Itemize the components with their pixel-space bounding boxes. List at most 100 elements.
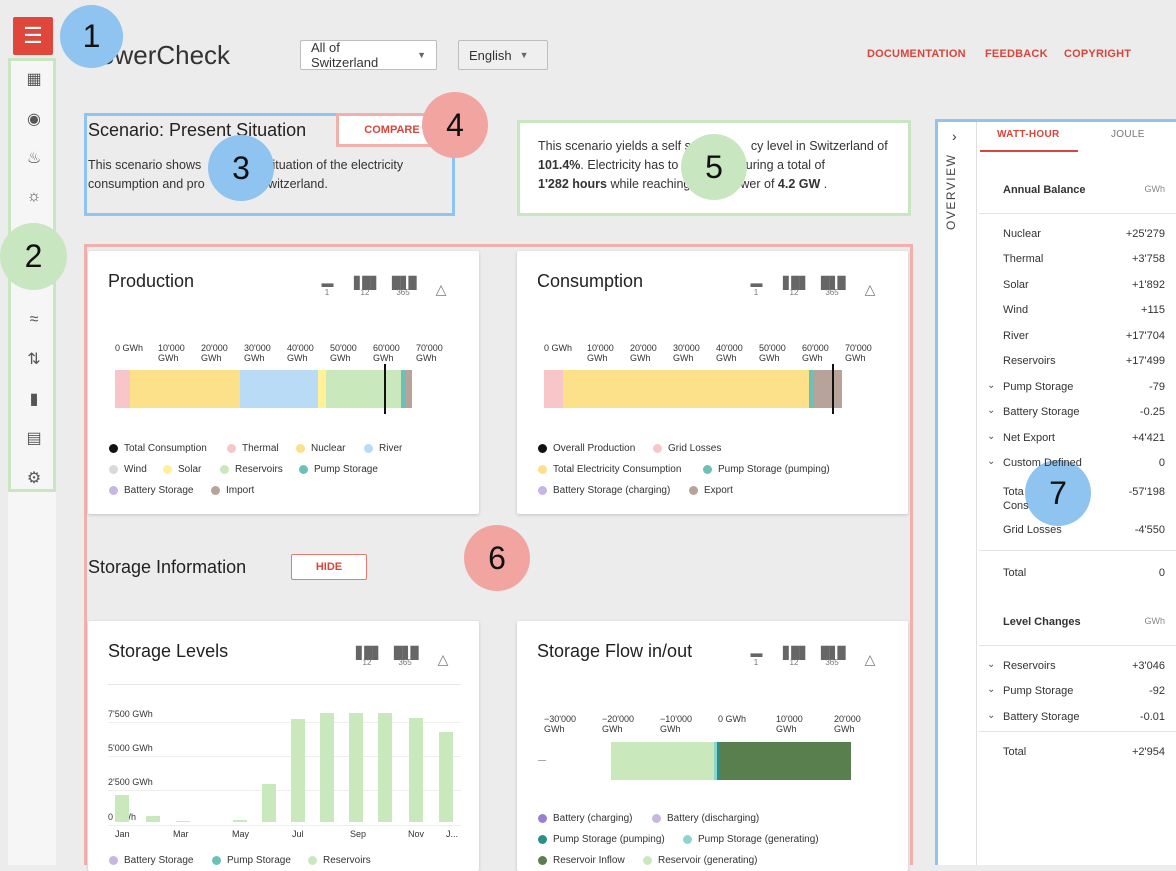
overview-row[interactable]: ⌄ Custom Defined 0: [979, 451, 1176, 476]
legend-item[interactable]: Battery Storage: [109, 485, 193, 496]
yearly-view-icon[interactable]: ▉▋▉ 365: [821, 277, 847, 301]
yearly-view-icon[interactable]: ▉▋▉ 365: [394, 647, 420, 671]
active-tab-indicator: [980, 150, 1078, 152]
overview-collapse-strip[interactable]: [938, 122, 977, 865]
daily-view-icon[interactable]: ▬ 1: [316, 277, 338, 301]
daily-view-icon[interactable]: ▬ 1: [745, 647, 767, 671]
overview-row[interactable]: ⌄ Net Export +4'421: [979, 426, 1176, 451]
chevron-down-icon[interactable]: ⌄: [987, 431, 995, 442]
region-select[interactable]: All of Switzerland ▼: [300, 40, 437, 70]
note-add-icon[interactable]: ▤: [24, 428, 44, 448]
hamburger-icon[interactable]: ☰: [13, 17, 53, 55]
documentation-link[interactable]: DOCUMENTATION: [867, 48, 966, 60]
legend-item[interactable]: Reservoirs: [308, 855, 371, 866]
chevron-right-icon[interactable]: ›: [952, 128, 957, 144]
legend-label: Wind: [124, 464, 147, 475]
monthly-view-icon[interactable]: ▋▉▋ 12: [783, 647, 809, 671]
building-icon[interactable]: ▦: [24, 69, 44, 89]
area-chart-icon[interactable]: △: [432, 649, 454, 671]
overview-total-row: Total +2'954: [979, 740, 1176, 765]
settings-icon[interactable]: ⚙: [24, 468, 44, 488]
axis-value: 60'000: [802, 343, 829, 353]
axis-unit: GWh: [287, 353, 308, 363]
language-select[interactable]: English ▼: [458, 40, 548, 70]
area-chart-icon[interactable]: △: [859, 649, 881, 671]
hide-button[interactable]: HIDE: [291, 554, 367, 580]
legend-swatch: [538, 465, 547, 474]
storage-level-bar: [349, 713, 363, 822]
chevron-down-icon[interactable]: ⌄: [987, 380, 995, 391]
area-chart-icon[interactable]: △: [859, 279, 881, 301]
storage-level-bar: [176, 821, 190, 822]
chevron-down-icon[interactable]: ⌄: [987, 405, 995, 416]
legend-item[interactable]: Pump Storage: [299, 464, 378, 475]
feedback-link[interactable]: FEEDBACK: [985, 48, 1048, 60]
legend-item[interactable]: Export: [689, 485, 733, 496]
legend-item[interactable]: Pump Storage (generating): [683, 834, 819, 845]
daily-view-icon[interactable]: ▬ 1: [745, 277, 767, 301]
transfer-icon[interactable]: ⇅: [24, 349, 44, 369]
legend-item[interactable]: Pump Storage: [212, 855, 291, 866]
sun-icon[interactable]: ☼: [24, 187, 44, 207]
chevron-down-icon[interactable]: ⌄: [987, 710, 995, 721]
monthly-view-icon[interactable]: ▋▉▋ 12: [783, 277, 809, 301]
legend-item[interactable]: Wind: [109, 464, 147, 475]
legend-item[interactable]: Reservoir (generating): [643, 855, 758, 866]
flame-icon[interactable]: ♨: [24, 148, 44, 168]
yearly-view-icon[interactable]: ▉▋▉ 365: [821, 647, 847, 671]
legend-item[interactable]: Thermal: [227, 443, 279, 454]
legend-item[interactable]: Overall Production: [538, 443, 635, 454]
legend-item[interactable]: Total Consumption: [109, 443, 207, 454]
axis-unit: GWh: [845, 353, 866, 363]
legend-item[interactable]: Import: [211, 485, 254, 496]
overview-row[interactable]: ⌄ Battery Storage -0.01: [979, 705, 1176, 730]
row-value: +3'758: [1132, 253, 1165, 265]
monthly-view-icon[interactable]: ▋▉▋ 12: [356, 647, 382, 671]
month-label: Mar: [173, 829, 189, 839]
legend-item[interactable]: River: [364, 443, 402, 454]
tab-joule[interactable]: JOULE: [1111, 129, 1145, 140]
legend-label: Total Consumption: [124, 443, 207, 454]
overview-row[interactable]: ⌄ Pump Storage -92: [979, 679, 1176, 704]
scenario-desc-part: situation of the electricity: [266, 158, 404, 172]
chevron-down-icon[interactable]: ⌄: [987, 659, 995, 670]
grid-losses-segment: [544, 370, 563, 408]
chevron-down-icon[interactable]: ⌄: [987, 456, 995, 467]
legend-item[interactable]: Pump Storage (pumping): [703, 464, 830, 475]
target-icon[interactable]: ◉: [24, 109, 44, 129]
row-label: River: [1003, 330, 1029, 342]
legend-item[interactable]: Battery (discharging): [652, 813, 759, 824]
legend-item[interactable]: Solar: [163, 464, 201, 475]
yearly-view-icon[interactable]: ▉▋▉ 365: [392, 277, 418, 301]
legend-item[interactable]: Total Electricity Consumption: [538, 464, 681, 475]
legend-item[interactable]: Grid Losses: [653, 443, 721, 454]
wave-icon[interactable]: ≈: [24, 310, 44, 330]
legend-item[interactable]: Battery Storage (charging): [538, 485, 670, 496]
overview-row[interactable]: ⌄ Reservoirs +3'046: [979, 654, 1176, 679]
axis-value: 20'000: [201, 343, 228, 353]
row-value: -4'550: [1134, 524, 1165, 536]
axis-unit: GWh: [373, 353, 394, 363]
storage-level-bar: [320, 713, 334, 822]
consumption-bar: [544, 370, 842, 408]
legend-item[interactable]: Battery Storage: [109, 855, 193, 866]
chevron-down-icon[interactable]: ⌄: [987, 684, 995, 695]
copyright-link[interactable]: COPYRIGHT: [1064, 48, 1131, 60]
monthly-view-icon[interactable]: ▋▉▋ 12: [354, 277, 380, 301]
overview-row[interactable]: ⌄ Pump Storage -79: [979, 375, 1176, 400]
tab-watt-hour[interactable]: WATT-HOUR: [997, 129, 1060, 140]
legend-item[interactable]: Reservoirs: [220, 464, 283, 475]
yearly-label: 365: [396, 288, 410, 297]
legend-item[interactable]: Nuclear: [296, 443, 345, 454]
area-chart-icon[interactable]: △: [430, 279, 452, 301]
battery-icon[interactable]: ▮: [24, 389, 44, 409]
overview-row: River +17'704: [979, 324, 1176, 349]
storage-info-title: Storage Information: [88, 557, 247, 577]
badge-6: 6: [464, 525, 530, 591]
row-value: -0.01: [1139, 711, 1165, 723]
legend-item[interactable]: Pump Storage (pumping): [538, 834, 665, 845]
legend-item[interactable]: Battery (charging): [538, 813, 632, 824]
overview-row[interactable]: ⌄ Battery Storage -0.25: [979, 400, 1176, 425]
legend-item[interactable]: Reservoir Inflow: [538, 855, 625, 866]
legend-label: Battery Storage (charging): [553, 485, 671, 496]
